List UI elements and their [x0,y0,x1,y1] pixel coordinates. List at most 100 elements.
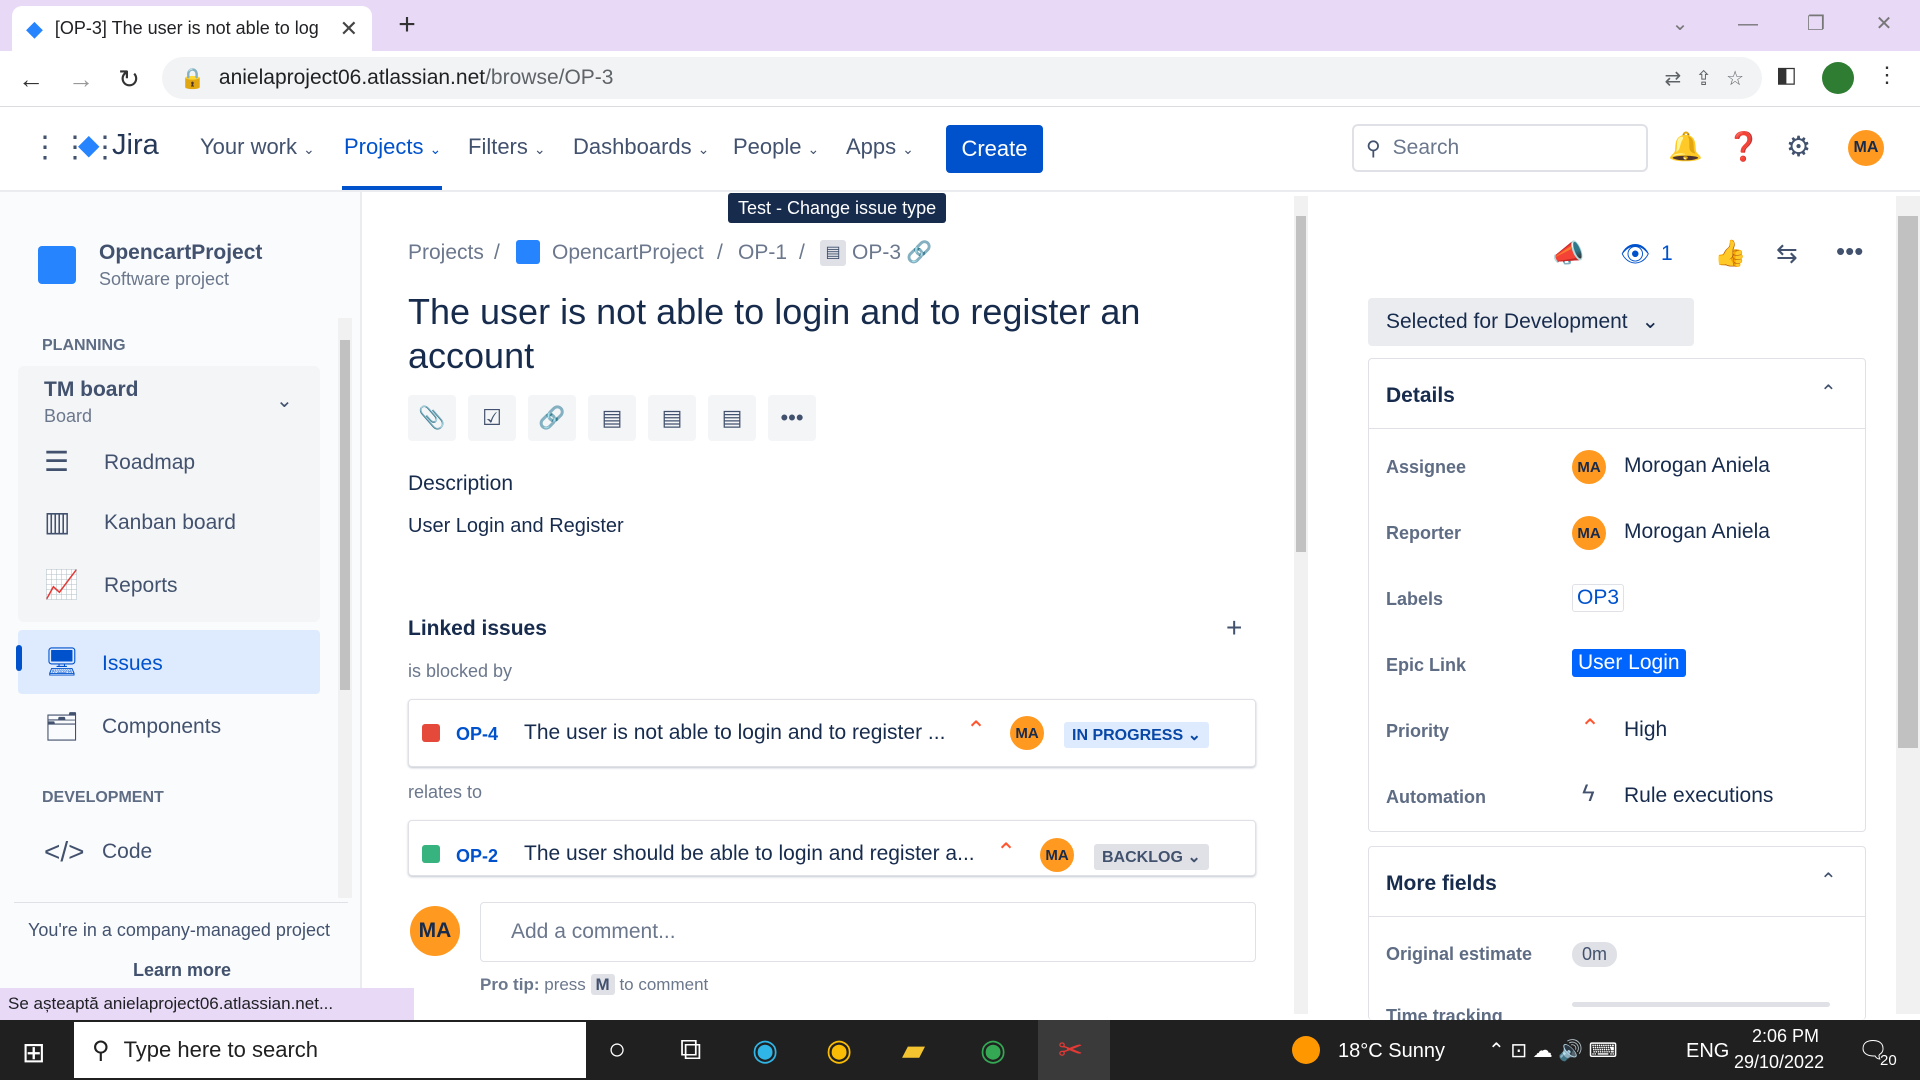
nav-people[interactable]: People ⌄ [733,134,819,160]
chrome-profile-icon[interactable]: ◉ [980,1033,1006,1068]
attach-icon[interactable]: 📎 [408,395,456,441]
time-tracking-bar[interactable] [1572,1002,1830,1007]
app-action-e-icon[interactable]: ▤ [708,395,756,441]
breadcrumb-issue-key[interactable]: OP-3 [852,241,901,265]
nav-apps[interactable]: Apps ⌄ [846,134,914,160]
link-issue-icon[interactable]: 🔗 [528,395,576,441]
address-bar[interactable]: 🔒 anielaproject06.atlassian.net/browse/O… [162,57,1762,99]
sidebar-scrollbar-thumb[interactable] [340,340,350,690]
file-explorer-icon[interactable]: ▰ [902,1033,925,1068]
settings-gear-icon[interactable]: ⚙ [1786,130,1811,163]
side-panel-icon[interactable]: ◧ [1776,62,1797,88]
translate-icon[interactable]: ⇄ [1665,66,1682,91]
sidebar-item-reports[interactable]: Reports [104,574,178,598]
chrome-browser-icon[interactable]: ◉ [826,1033,852,1068]
project-name[interactable]: OpencartProject [99,241,262,265]
snipping-tool-icon[interactable]: ✂ [1058,1033,1083,1068]
windows-start-icon[interactable]: ⊞ [22,1036,45,1069]
details-heading[interactable]: Details [1386,384,1455,408]
label-tag[interactable]: OP3 [1572,584,1625,612]
user-avatar[interactable]: MA [1848,130,1884,166]
bookmark-star-icon[interactable]: ☆ [1726,66,1744,91]
close-window-button[interactable]: ✕ [1854,6,1914,42]
main-scrollbar-thumb[interactable] [1296,216,1306,552]
board-name[interactable]: TM board [44,378,139,402]
minimize-button[interactable]: — [1718,6,1778,42]
app-switcher-icon[interactable]: ⋮⋮⋮ [30,130,120,165]
cortana-icon[interactable]: ○ [608,1033,626,1067]
issue-type-icon[interactable]: ▤ [820,240,846,266]
nav-projects[interactable]: Projects ⌄ [344,134,441,160]
sidebar-item-issues[interactable]: Issues [102,652,163,676]
copy-link-icon[interactable]: 🔗 [906,241,932,265]
input-language[interactable]: ENG [1686,1040,1729,1063]
nav-your-work[interactable]: Your work ⌄ [200,134,315,160]
jira-logo-text[interactable]: Jira [112,129,159,162]
issue-title[interactable]: The user is not able to login and to reg… [408,290,1208,378]
reporter-value[interactable]: Morogan Aniela [1624,520,1770,544]
close-tab-icon[interactable]: ✕ [340,16,358,42]
edge-browser-icon[interactable]: ◉ [752,1033,778,1068]
sidebar-item-components[interactable]: Components [102,715,221,739]
nav-dashboards[interactable]: Dashboards ⌄ [573,134,709,160]
assignee-value[interactable]: Morogan Aniela [1624,454,1770,478]
help-icon[interactable]: ❓ [1726,130,1761,163]
browser-tab[interactable]: ◆ [OP-3] The user is not able to log ✕ [12,6,372,51]
clock-date[interactable]: 29/10/2022 [1734,1052,1824,1073]
task-view-icon[interactable]: ⧉ [680,1033,701,1067]
sidebar-item-code[interactable]: Code [102,840,152,864]
epic-link-tag[interactable]: User Login [1572,649,1686,677]
breadcrumb-projects[interactable]: Projects [408,241,484,265]
forward-button[interactable]: → [62,60,100,98]
watch-eye-icon[interactable]: 👁 [1620,240,1650,269]
restore-button[interactable]: ❐ [1786,6,1846,42]
reload-button[interactable]: ↻ [110,60,148,98]
jira-search-input[interactable]: ⚲ Search [1352,124,1648,172]
add-child-issue-icon[interactable]: ☑ [468,395,516,441]
right-panel-scrollbar-thumb[interactable] [1898,216,1918,748]
status-dropdown[interactable]: Selected for Development ⌄ [1368,298,1694,346]
breadcrumb-parent[interactable]: OP-1 [738,241,787,265]
new-tab-button[interactable]: + [390,8,424,42]
automation-value[interactable]: Rule executions [1624,784,1773,808]
browser-menu-icon[interactable]: ⋮ [1876,62,1898,88]
share-icon[interactable]: ⇪ [1695,66,1712,91]
create-button[interactable]: Create [946,125,1043,173]
weather-sun-icon[interactable] [1292,1036,1320,1064]
linked-issue-key[interactable]: OP-2 [456,846,498,867]
sidebar-item-kanban-board[interactable]: Kanban board [104,511,236,535]
collapse-chevron-icon[interactable]: ⌃ [1820,868,1837,893]
back-button[interactable]: ← [12,60,50,98]
linked-issue-summary[interactable]: The user is not able to login and to reg… [524,721,945,745]
linked-issue-key[interactable]: OP-4 [456,724,498,745]
original-estimate-value[interactable]: 0m [1572,942,1618,967]
more-fields-heading[interactable]: More fields [1386,872,1497,896]
taskbar-search-box[interactable]: ⚲ Type here to search [74,1022,586,1078]
breadcrumb-project[interactable]: OpencartProject [552,241,704,265]
linked-issue-summary[interactable]: The user should be able to login and reg… [524,842,975,866]
profile-avatar[interactable] [1822,62,1854,94]
status-lozenge[interactable]: IN PROGRESS ⌄ [1064,722,1209,748]
vote-thumbs-up-icon[interactable]: 👍 [1714,238,1746,269]
assignee-avatar[interactable]: MA [1040,838,1074,872]
feedback-megaphone-icon[interactable]: 📣 [1552,238,1584,269]
clock-time[interactable]: 2:06 PM [1752,1026,1819,1047]
share-icon[interactable]: ⇆ [1776,238,1798,269]
collapse-chevron-icon[interactable]: ⌃ [1820,380,1837,405]
more-actions-icon[interactable]: ••• [768,395,816,441]
priority-value[interactable]: High [1624,718,1667,742]
app-action-a-icon[interactable]: ▤ [588,395,636,441]
board-chevron-icon[interactable]: ⌄ [276,388,293,413]
assignee-avatar[interactable]: MA [1010,716,1044,750]
app-action-d-icon[interactable]: ▤ [648,395,696,441]
notifications-icon[interactable]: 🔔 [1668,130,1703,163]
weather-text[interactable]: 18°C Sunny [1338,1040,1445,1063]
jira-logo-icon[interactable]: ◆ [78,128,100,161]
more-options-icon[interactable]: ••• [1836,236,1863,267]
description-text[interactable]: User Login and Register [408,515,624,538]
add-linked-issue-icon[interactable]: + [1226,612,1242,644]
learn-more-link[interactable]: Learn more [133,960,231,981]
tray-icons[interactable]: ⌃ ⊡ ☁ 🔊 ⌨ [1488,1038,1618,1063]
nav-filters[interactable]: Filters ⌄ [468,134,546,160]
status-lozenge[interactable]: BACKLOG ⌄ [1094,844,1209,870]
